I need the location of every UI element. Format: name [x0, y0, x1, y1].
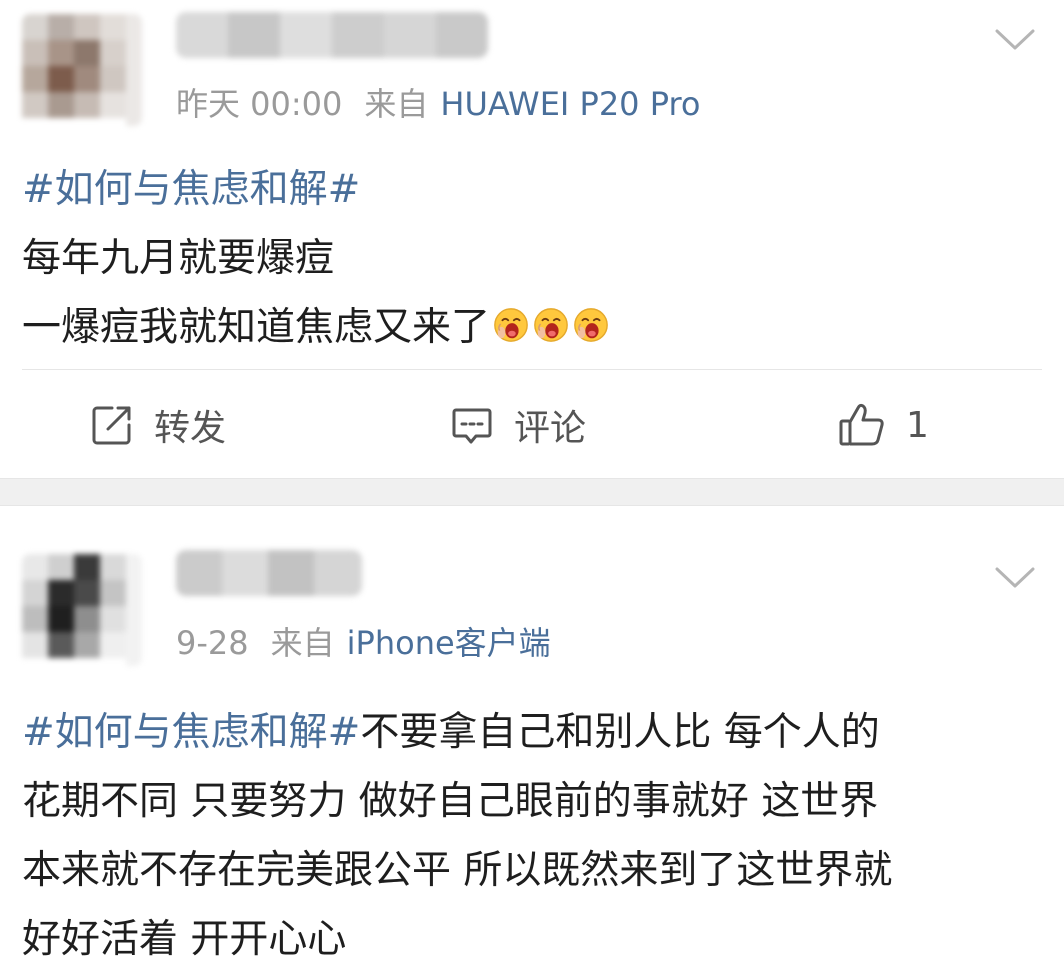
- weibo-post: 昨天 00:00 来自 HUAWEI P20 Pro #如何与焦虑和解# 每年九月就…: [0, 0, 1064, 478]
- content-line: #如何与焦虑和解#: [22, 155, 1024, 224]
- content-text: 一爆痘我就知道焦虑又来了: [22, 305, 491, 350]
- chevron-down-icon[interactable]: [994, 28, 1036, 52]
- username[interactable]: [176, 12, 488, 58]
- source-label: 来自: [270, 624, 335, 662]
- post-content: #如何与焦虑和解# 每年九月就要爆痘 一爆痘我就知道焦虑又来了: [22, 155, 1024, 362]
- thumbs-up-icon: [839, 403, 884, 446]
- content-text: 好好活着 开开心心: [22, 917, 347, 962]
- username[interactable]: [176, 550, 362, 596]
- content-line: 花期不同 只要努力 做好自己眼前的事就好 这世界: [22, 767, 1024, 836]
- topic-hashtag-link[interactable]: #如何与焦虑和解#: [22, 167, 360, 212]
- repost-icon: [92, 406, 131, 445]
- comment-label: 评论: [514, 408, 587, 449]
- divider: [22, 369, 1042, 370]
- comment-icon: [452, 408, 492, 444]
- content-line: 本来就不存在完美跟公平 所以既然来到了这世界就: [22, 836, 1024, 905]
- like-button[interactable]: 1: [838, 398, 929, 452]
- avatar[interactable]: [22, 14, 142, 126]
- source-device-link[interactable]: iPhone客户端: [347, 624, 551, 662]
- crying-face-emoji-icon: [574, 308, 608, 342]
- weibo-post: 9-28 来自 iPhone客户端 #如何与焦虑和解#不要拿自己和别人比 每个人的 …: [0, 506, 1064, 962]
- repost-button[interactable]: 转发: [90, 398, 226, 452]
- post-meta: 9-28 来自 iPhone客户端: [176, 623, 551, 663]
- content-text: 本来就不存在完美跟公平 所以既然来到了这世界就: [22, 848, 893, 893]
- source-device-link[interactable]: HUAWEI P20 Pro: [440, 85, 700, 123]
- content-line: 好好活着 开开心心: [22, 905, 1024, 974]
- post-time: 昨天 00:00: [176, 85, 343, 123]
- post-content: #如何与焦虑和解#不要拿自己和别人比 每个人的 花期不同 只要努力 做好自己眼前…: [22, 698, 1024, 974]
- crying-face-emoji-icon: [494, 308, 528, 342]
- crying-face-emoji-icon: [534, 308, 568, 342]
- like-count: 1: [906, 404, 929, 446]
- topic-hashtag-link[interactable]: #如何与焦虑和解#: [22, 710, 360, 755]
- post-meta: 昨天 00:00 来自 HUAWEI P20 Pro: [176, 84, 700, 124]
- chevron-down-icon[interactable]: [994, 566, 1036, 590]
- post-separator: [0, 478, 1064, 506]
- repost-label: 转发: [154, 408, 227, 449]
- content-text: 花期不同 只要努力 做好自己眼前的事就好 这世界: [22, 779, 879, 824]
- source-label: 来自: [364, 85, 429, 123]
- content-line: #如何与焦虑和解#不要拿自己和别人比 每个人的: [22, 698, 1024, 767]
- post-time: 9-28: [176, 624, 249, 662]
- content-text: 不要拿自己和别人比 每个人的: [360, 710, 880, 755]
- content-line: 每年九月就要爆痘: [22, 224, 1024, 293]
- content-line: 一爆痘我就知道焦虑又来了: [22, 293, 1024, 362]
- comment-button[interactable]: 评论: [450, 398, 586, 452]
- avatar[interactable]: [22, 554, 142, 666]
- content-text: 每年九月就要爆痘: [22, 236, 335, 281]
